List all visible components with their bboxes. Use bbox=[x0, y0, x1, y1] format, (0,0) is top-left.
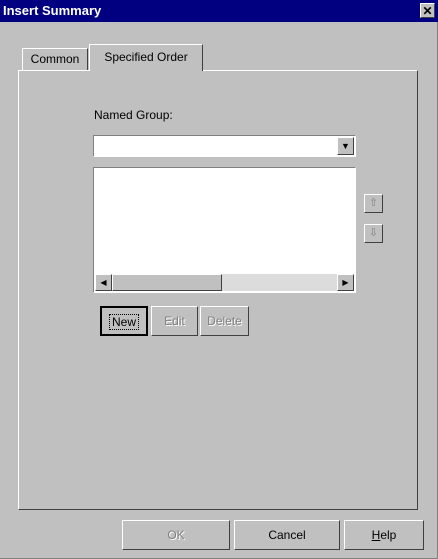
insert-summary-dialog: Insert Summary ✕ Common Specified Order … bbox=[0, 0, 438, 559]
scroll-right-button[interactable]: ▶ bbox=[337, 274, 354, 291]
new-button[interactable]: New bbox=[100, 306, 148, 336]
title-bar[interactable]: Insert Summary ✕ bbox=[0, 0, 438, 22]
chevron-down-icon: ▼ bbox=[341, 141, 350, 151]
cancel-button[interactable]: Cancel bbox=[234, 520, 340, 550]
scroll-right-icon: ▶ bbox=[342, 278, 349, 287]
move-up-button[interactable]: ⇧ bbox=[364, 194, 383, 213]
edit-button-label: Edit bbox=[164, 314, 185, 328]
scroll-left-button[interactable]: ◀ bbox=[95, 274, 112, 291]
arrow-up-icon: ⇧ bbox=[368, 197, 379, 209]
edit-button[interactable]: Edit bbox=[151, 306, 198, 336]
cancel-button-label: Cancel bbox=[268, 528, 306, 542]
move-down-button[interactable]: ⇩ bbox=[364, 224, 383, 243]
scroll-left-icon: ◀ bbox=[100, 278, 107, 287]
named-group-dropdown[interactable]: ▼ bbox=[93, 135, 356, 157]
horizontal-scrollbar[interactable]: ◀ ▶ bbox=[95, 274, 354, 291]
help-button-label: elp bbox=[380, 528, 397, 542]
named-group-label: Named Group: bbox=[94, 108, 173, 122]
tab-specified-order[interactable]: Specified Order bbox=[89, 44, 203, 71]
delete-button-label: Delete bbox=[207, 314, 242, 328]
scroll-thumb[interactable] bbox=[112, 274, 222, 291]
tab-specified-order-label: Specified Order bbox=[104, 50, 188, 64]
tab-common[interactable]: Common bbox=[22, 48, 88, 70]
tab-common-label: Common bbox=[30, 52, 80, 66]
new-button-label: New bbox=[108, 314, 139, 330]
dropdown-button[interactable]: ▼ bbox=[337, 137, 354, 155]
help-button[interactable]: Help bbox=[344, 520, 424, 550]
group-listbox[interactable]: ◀ ▶ bbox=[93, 167, 356, 293]
delete-button[interactable]: Delete bbox=[200, 306, 249, 336]
ok-button-label: OK bbox=[167, 528, 185, 542]
ok-button[interactable]: OK bbox=[122, 520, 230, 550]
close-icon: ✕ bbox=[422, 4, 433, 18]
arrow-down-icon: ⇩ bbox=[368, 227, 379, 239]
close-button[interactable]: ✕ bbox=[420, 3, 435, 18]
window-title: Insert Summary bbox=[3, 3, 102, 18]
